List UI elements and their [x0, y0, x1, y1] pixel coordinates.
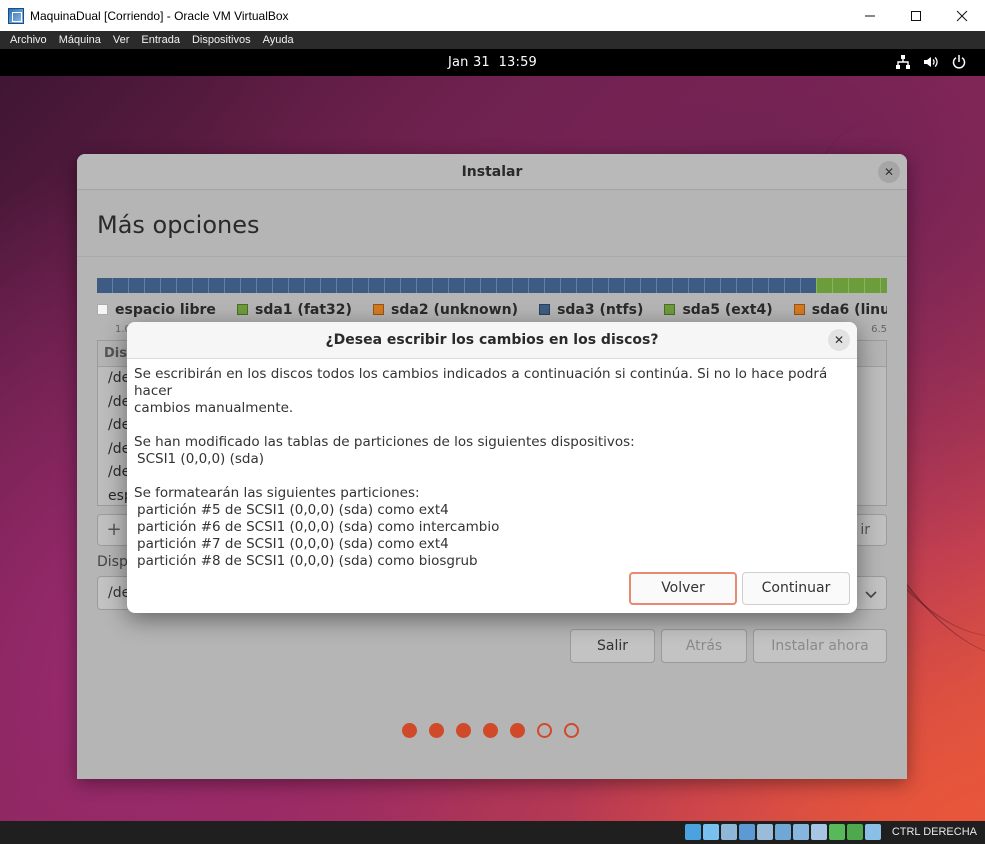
dialog-intro: cambios manualmente.: [134, 400, 294, 416]
progress-dots: [402, 723, 579, 738]
display-icon[interactable]: [793, 824, 809, 840]
keyboard-capture-icon[interactable]: [865, 824, 881, 840]
legend-item: sda1 (fat32): [237, 302, 352, 318]
partition-bar-ticks: [97, 278, 887, 293]
continuar-button[interactable]: Continuar: [742, 572, 850, 605]
host-titlebar: MaquinaDual [Corriendo] - Oracle VM Virt…: [0, 0, 985, 31]
partition-bar: [97, 278, 887, 293]
vbox-menubar: Archivo Máquina Ver Entrada Dispositivos…: [0, 31, 985, 49]
network-icon[interactable]: [895, 54, 911, 70]
legend-item: espacio libre: [97, 302, 216, 318]
legend-swatch: [97, 304, 108, 315]
divider: [77, 256, 907, 257]
dialog-body: Se escribirán en los discos todos los ca…: [127, 359, 857, 570]
volume-icon[interactable]: [923, 54, 939, 70]
legend-swatch: [793, 304, 805, 315]
legend-swatch: [664, 304, 676, 315]
legend-swatch: [539, 304, 551, 315]
device-item: SCSI1 (0,0,0) (sda): [137, 451, 265, 467]
usb-icon[interactable]: [757, 824, 773, 840]
dialog-buttons: Volver Continuar: [629, 572, 850, 605]
confirm-write-dialog: ¿Desea escribir los cambios en los disco…: [127, 322, 857, 613]
host-window-controls: [847, 0, 985, 31]
installer-title: Instalar: [461, 164, 523, 180]
legend-size: 6.5: [871, 324, 887, 335]
mouse-integration-icon[interactable]: [847, 824, 863, 840]
menu-dispositivos[interactable]: Dispositivos: [186, 34, 257, 46]
menu-entrada[interactable]: Entrada: [135, 34, 186, 46]
volver-button[interactable]: Volver: [629, 572, 737, 605]
legend-swatch: [373, 304, 385, 315]
installer-footer: Salir Atrás Instalar ahora: [570, 629, 887, 663]
virtualbox-app-icon: [8, 7, 24, 24]
install-now-button[interactable]: Instalar ahora: [753, 629, 887, 663]
dialog-title: ¿Desea escribir los cambios en los disco…: [325, 332, 659, 348]
format-heading: Se formatearán las siguientes particione…: [134, 485, 420, 501]
menu-ayuda[interactable]: Ayuda: [257, 34, 300, 46]
audio-icon[interactable]: [721, 824, 737, 840]
partition-item: partición #7 de SCSI1 (0,0,0) (sda) como…: [137, 536, 449, 552]
quit-button[interactable]: Salir: [570, 629, 655, 663]
menu-maquina[interactable]: Máquina: [53, 34, 107, 46]
menu-ver[interactable]: Ver: [107, 34, 136, 46]
partition-item: partición #6 de SCSI1 (0,0,0) (sda) como…: [137, 519, 500, 535]
network-adapter-icon[interactable]: [739, 824, 755, 840]
progress-dot: [429, 723, 444, 738]
legend-item: sda2 (unknown): [373, 302, 518, 318]
legend-label: sda6 (linux-swap): [811, 301, 887, 318]
clock-time: 13:59: [498, 55, 538, 70]
shared-folder-icon[interactable]: [775, 824, 791, 840]
page-title: Más opciones: [97, 211, 260, 239]
system-tray[interactable]: [895, 54, 967, 70]
minimize-icon[interactable]: [847, 0, 893, 31]
legend-label: espacio libre: [115, 301, 216, 318]
progress-dot: [483, 723, 498, 738]
dialog-header: ¿Desea escribir los cambios en los disco…: [127, 322, 857, 359]
menu-archivo[interactable]: Archivo: [4, 34, 53, 46]
installer-header: Instalar ✕: [77, 154, 907, 190]
host-window-title: MaquinaDual [Corriendo] - Oracle VM Virt…: [30, 8, 289, 23]
legend-item: sda5 (ext4): [664, 301, 773, 318]
dialog-intro: Se escribirán en los discos todos los ca…: [134, 366, 828, 399]
progress-dot: [510, 723, 525, 738]
host-key-label: CTRL DERECHA: [891, 826, 977, 838]
progress-dot: [564, 723, 579, 738]
dialog-close-button[interactable]: ✕: [828, 329, 850, 351]
chevron-down-icon: [862, 585, 880, 603]
power-icon[interactable]: [951, 54, 967, 70]
optical-disk-icon[interactable]: [703, 824, 719, 840]
close-icon[interactable]: [939, 0, 985, 31]
add-partition-button[interactable]: +: [97, 514, 131, 546]
legend-label: sda1 (fat32): [255, 301, 352, 318]
legend-swatch: [237, 304, 248, 315]
vbox-status-icons: [685, 824, 881, 840]
legend-label: sda2 (unknown): [391, 301, 518, 318]
cpu-icon[interactable]: [829, 824, 845, 840]
tables-heading: Se han modificado las tablas de particio…: [134, 434, 635, 450]
progress-dot: [537, 723, 552, 738]
boot-device-label: Disp: [97, 554, 128, 570]
legend-item: sda3 (ntfs): [539, 302, 643, 318]
maximize-icon[interactable]: [893, 0, 939, 31]
clock[interactable]: Jan 31 13:59: [0, 55, 985, 70]
legend-label: sda5 (ext4): [682, 301, 773, 318]
progress-dot: [402, 723, 417, 738]
installer-close-button[interactable]: ✕: [878, 161, 900, 183]
hard-disk-icon[interactable]: [685, 824, 701, 840]
progress-dot: [456, 723, 471, 738]
partition-item: partición #8 de SCSI1 (0,0,0) (sda) como…: [137, 553, 478, 569]
legend-label: sda3 (ntfs): [557, 301, 644, 318]
vbox-statusbar: CTRL DERECHA: [0, 821, 985, 844]
legend-item: sda6 (linux-swap): [793, 301, 887, 318]
gnome-top-bar: Jan 31 13:59: [0, 49, 985, 76]
partition-item: partición #5 de SCSI1 (0,0,0) (sda) como…: [137, 502, 449, 518]
video-capture-icon[interactable]: [811, 824, 827, 840]
clock-date: Jan 31: [447, 55, 490, 70]
guest-desktop: Jan 31 13:59 Instalar ✕ Más opciones esp…: [0, 49, 985, 821]
back-button[interactable]: Atrás: [661, 629, 747, 663]
